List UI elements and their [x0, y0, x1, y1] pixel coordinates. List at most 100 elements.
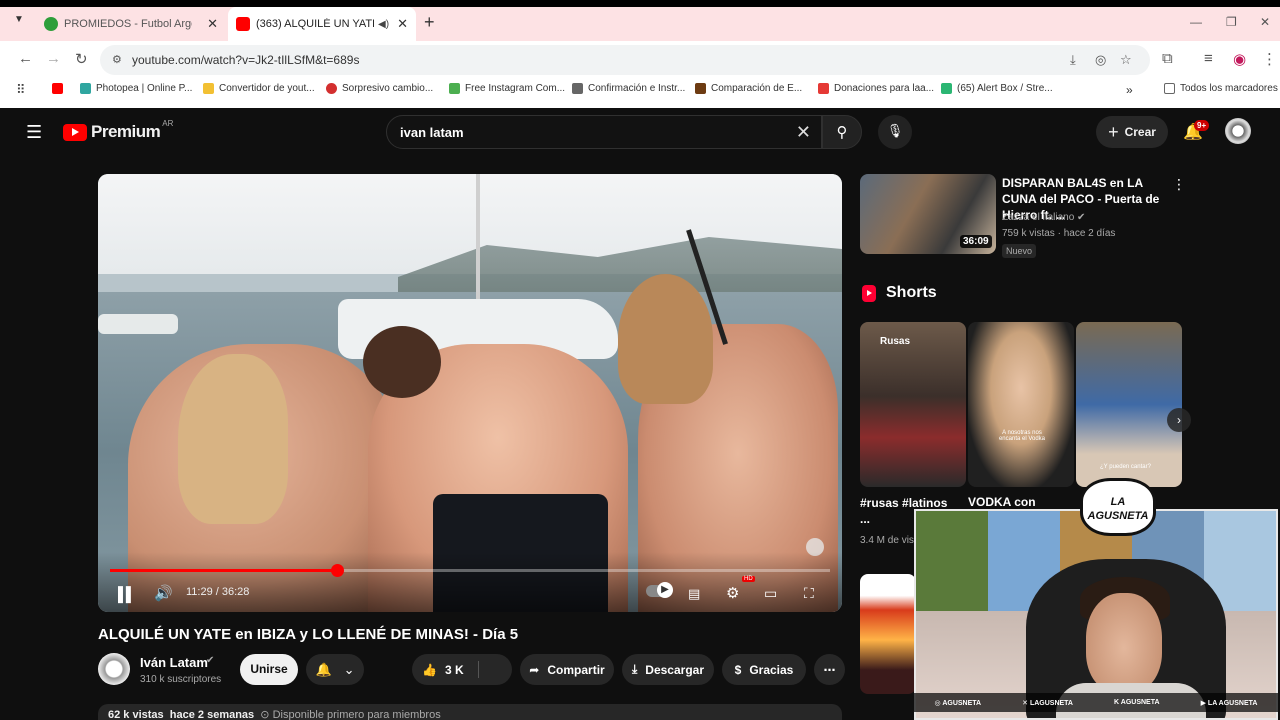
like-button[interactable]: 👍 3 K 👎 [412, 654, 908, 685]
bookmark-star-icon[interactable]: ☆ [1120, 52, 1132, 68]
all-bookmarks[interactable]: Todos los marcadores [1164, 83, 1278, 94]
kebab-menu-icon[interactable]: ⋮ [1262, 50, 1277, 68]
share-button[interactable]: ➦ Compartir [520, 654, 614, 685]
webcam-face [1086, 593, 1162, 693]
shorts-heading: Shorts [886, 284, 937, 301]
extensions-icon[interactable]: ⧉ [1162, 50, 1173, 67]
pause-icon[interactable]: ▌▌ [118, 586, 136, 602]
media-icon[interactable]: ≡ [1204, 50, 1213, 67]
youtube-icon [52, 83, 63, 94]
voice-search-button[interactable]: 🎙 [878, 115, 912, 149]
url-text[interactable]: youtube.com/watch?v=Jk2-tIlLSfM&t=689s [132, 53, 359, 67]
volume-icon[interactable]: 🔊 [154, 584, 173, 602]
download-button[interactable]: ⤓ Descargar [622, 654, 714, 685]
install-icon[interactable]: ⤓ [1070, 52, 1076, 68]
youtube-play-icon [63, 123, 87, 141]
fullscreen-icon[interactable]: ⛶ [804, 585, 814, 602]
close-tab-icon[interactable]: ✕ [207, 16, 218, 32]
subscription-bell-button[interactable]: 🔔 ⌄ [306, 654, 364, 685]
streamlabs-icon [941, 83, 952, 94]
video-title: ALQUILÉ UN YATE en IBIZA y LO LLENÉ DE M… [98, 626, 519, 643]
bookmark-item[interactable]: Confirmación e Instr... [572, 83, 685, 94]
create-button[interactable]: + Crear [1096, 116, 1168, 148]
chevron-right-icon[interactable]: › [1167, 408, 1191, 432]
new-tab-button[interactable]: + [424, 12, 435, 33]
youtube-premium-logo[interactable]: Premium AR [63, 119, 173, 142]
bookmark-label: Comparación de E... [711, 83, 803, 94]
short-thumbnail[interactable] [968, 322, 1074, 487]
hd-badge: HD [742, 576, 755, 582]
subtitles-icon[interactable]: ▤ [688, 586, 700, 602]
bookmark-item[interactable]: Convertidor de yout... [203, 83, 315, 94]
social-label: AGUSNETA [942, 699, 982, 707]
bookmark-item[interactable]: Comparación de E... [695, 83, 802, 94]
promiedos-favicon-icon [44, 17, 58, 31]
reload-icon[interactable]: ↻ [75, 50, 88, 68]
bookmark-label: (65) Alert Box / Stre... [957, 83, 1053, 94]
search-input[interactable]: ivan latam ✕ [386, 115, 822, 149]
close-tab-icon[interactable]: ✕ [397, 16, 408, 32]
upload-date: hace 2 semanas [169, 709, 255, 720]
progress-played [110, 569, 337, 572]
video-frame-mast [476, 174, 480, 304]
more-actions-button[interactable]: ⋯ [814, 654, 845, 685]
controls-gradient [98, 552, 842, 612]
hamburger-menu-icon[interactable]: ☰ [26, 122, 42, 143]
more-bookmarks-icon[interactable]: » [1126, 83, 1133, 97]
new-badge: Nuevo [1002, 244, 1037, 258]
duration-badge: 36:09 [960, 235, 992, 248]
profile-icon[interactable]: ◉ [1233, 50, 1246, 68]
scrubber-handle[interactable] [330, 564, 344, 577]
video-player[interactable]: ▌▌ 🔊 11:29 / 36:28 ▤ ⚙ HD ▭ ⛶ [98, 174, 842, 612]
account-avatar[interactable] [1225, 118, 1251, 144]
browser-chrome: ▼ PROMIEDOS - Futbol Argentino ✕ (363) A… [0, 0, 1280, 108]
channel-name[interactable]: Iván Latam [140, 655, 208, 670]
minimize-icon[interactable]: — [1190, 15, 1202, 29]
bookmark-youtube[interactable] [52, 83, 68, 94]
back-icon[interactable]: ← [18, 50, 33, 67]
chevron-down-icon: ⌄ [343, 661, 355, 677]
members-first-icon: ⊙ [260, 709, 270, 720]
bell-icon: 🔔 [315, 661, 332, 677]
recommended-channel-name: Zazza el italiano [1002, 212, 1075, 223]
tab-title: PROMIEDOS - Futbol Argentino [64, 18, 192, 30]
close-window-icon[interactable]: ✕ [1260, 15, 1270, 29]
short-thumbnail[interactable] [1076, 322, 1182, 487]
logo-text: Premium [91, 122, 161, 141]
bookmark-item[interactable]: Photopea | Online P... [80, 83, 192, 94]
omnibox[interactable]: ⚙ youtube.com/watch?v=Jk2-tIlLSfM&t=689s… [100, 45, 1150, 75]
description-box[interactable]: 62 k vistas hace 2 semanas ⊙ Disponible … [98, 704, 842, 720]
settings-gear-icon[interactable]: ⚙ [726, 584, 739, 602]
bookmarks-bar: Photopea | Online P... Convertidor de yo… [0, 79, 1280, 101]
site-info-icon[interactable]: ⚙ [112, 53, 122, 66]
eye-off-icon[interactable]: ◎ [1095, 52, 1106, 68]
all-bookmarks-label: Todos los marcadores [1180, 83, 1278, 94]
clear-search-icon[interactable]: ✕ [796, 122, 811, 143]
join-button[interactable]: Unirse [240, 654, 298, 685]
next-thumbnail[interactable] [860, 574, 916, 694]
channel-avatar[interactable] [98, 653, 130, 685]
youtube-handle: ▶ LA AGUSNETA [1200, 699, 1258, 707]
tab-youtube-video[interactable]: (363) ALQUILÉ UN YATE en IBIZA ◀) ✕ [228, 7, 416, 41]
bookmark-item[interactable]: (65) Alert Box / Stre... [941, 83, 1053, 94]
tab-promiedos[interactable]: PROMIEDOS - Futbol Argentino ✕ [36, 7, 226, 41]
bookmark-item[interactable]: Free Instagram Com... [449, 83, 565, 94]
audio-playing-icon[interactable]: ◀) [378, 19, 389, 30]
bookmark-item[interactable]: Sorpresivo cambio... [326, 83, 433, 94]
tab-search-icon[interactable]: ▼ [14, 14, 24, 25]
search-button[interactable]: ⚲ [822, 115, 862, 149]
more-horizontal-icon: ⋯ [823, 662, 836, 677]
bookmark-item[interactable]: Donaciones para laa... [818, 83, 934, 94]
restore-icon[interactable]: ❐ [1226, 15, 1237, 29]
streamer-logo: LA AGUSNETA [1080, 478, 1156, 536]
recommended-channel[interactable]: Zazza el italiano ✔ [1002, 212, 1085, 223]
kebab-menu-icon[interactable]: ⋮ [1172, 176, 1186, 193]
short-title[interactable]: VODKA con [968, 495, 1036, 509]
thanks-button[interactable]: $ Gracias [722, 654, 806, 685]
theater-mode-icon[interactable]: ▭ [764, 585, 777, 602]
video-frame-hair [178, 354, 288, 524]
forward-icon[interactable]: → [46, 50, 61, 67]
short-thumbnail[interactable] [860, 322, 966, 487]
autoplay-toggle[interactable] [646, 582, 673, 598]
progress-bar[interactable] [110, 564, 830, 577]
